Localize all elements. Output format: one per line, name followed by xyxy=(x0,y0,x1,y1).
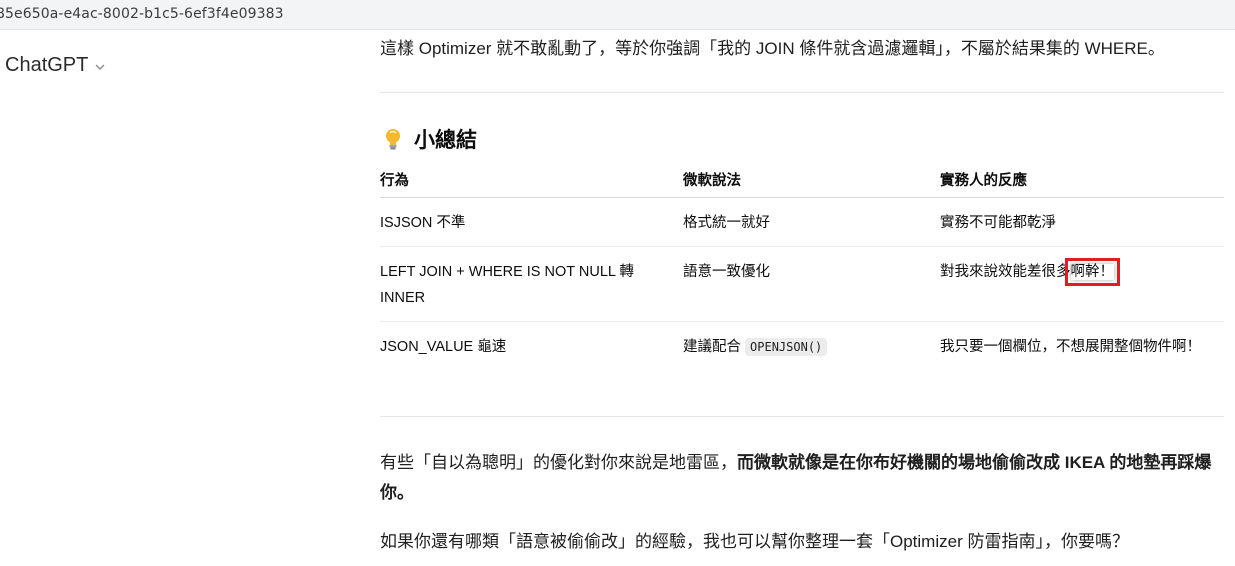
table-cell: 格式統一就好 xyxy=(683,197,940,247)
reaction-text: 對我來說效能差很多 xyxy=(940,264,1071,280)
model-label[interactable]: ChatGPT xyxy=(5,54,88,77)
table-cell: 語意一致優化 xyxy=(683,246,940,322)
paragraph: 如果你還有哪類「語意被偷偷改」的經驗，我也可以幫你整理一套「Optimizer … xyxy=(380,532,1129,551)
table-row: ISJSON 不準 格式統一就好 實務不可能都乾淨 xyxy=(380,197,1224,247)
table-row: LEFT JOIN + WHERE IS NOT NULL 轉 INNER 語意… xyxy=(380,246,1224,322)
table-cell: JSON_VALUE 龜速 xyxy=(380,339,507,355)
divider xyxy=(380,416,1224,417)
table-cell: 實務不可能都乾淨 xyxy=(940,197,1224,247)
summary-table: 行為 微軟說法 實務人的反應 ISJSON 不準 格式統一就好 實務不可能都乾淨… xyxy=(380,166,1224,372)
lightbulb-icon xyxy=(386,129,400,150)
section-heading: 小總結 xyxy=(382,124,477,154)
model-selector[interactable]: ChatGPT xyxy=(5,54,106,77)
column-header: 實務人的反應 xyxy=(940,166,1224,198)
paragraph-text: 有些「自以為聰明」的優化對你來說是地雷區， xyxy=(380,453,737,472)
table-cell: 我只要一個欄位，不想展開整個物件啊！ xyxy=(940,339,1201,355)
cell-text: 建議配合 xyxy=(683,339,741,355)
table-cell: 建議配合 OPENJSON() xyxy=(683,322,940,372)
table-cell: LEFT JOIN + WHERE IS NOT NULL 轉 INNER xyxy=(380,246,683,322)
table-cell: ISJSON 不準 xyxy=(380,197,683,247)
browser-url-bar[interactable]: 85e650a-e4ac-8002-b1c5-6ef3f4e09383 xyxy=(0,0,1235,30)
highlighted-annotation: 啊幹！ xyxy=(1064,258,1120,286)
table-header-row: 行為 微軟說法 實務人的反應 xyxy=(380,166,1224,198)
paragraph: 有些「自以為聰明」的優化對你來說是地雷區，而微軟就像是在你布好機關的場地偷偷改成… xyxy=(380,448,1225,508)
chevron-down-icon xyxy=(95,64,105,70)
divider xyxy=(380,92,1224,93)
column-header: 行為 xyxy=(380,166,683,198)
inline-code: OPENJSON() xyxy=(745,338,828,356)
column-header: 微軟說法 xyxy=(683,166,940,198)
intro-line: 這樣 Optimizer 就不敢亂動了，等於你強調「我的 JOIN 條件就含過濾… xyxy=(380,39,1165,58)
section-title: 小總結 xyxy=(414,129,477,152)
url-text[interactable]: 85e650a-e4ac-8002-b1c5-6ef3f4e09383 xyxy=(0,6,284,22)
table-row: JSON_VALUE 龜速 建議配合 OPENJSON() 我只要一個欄位，不想… xyxy=(380,322,1224,372)
table-cell: 對我來說效能差很多啊幹！ xyxy=(940,246,1224,322)
